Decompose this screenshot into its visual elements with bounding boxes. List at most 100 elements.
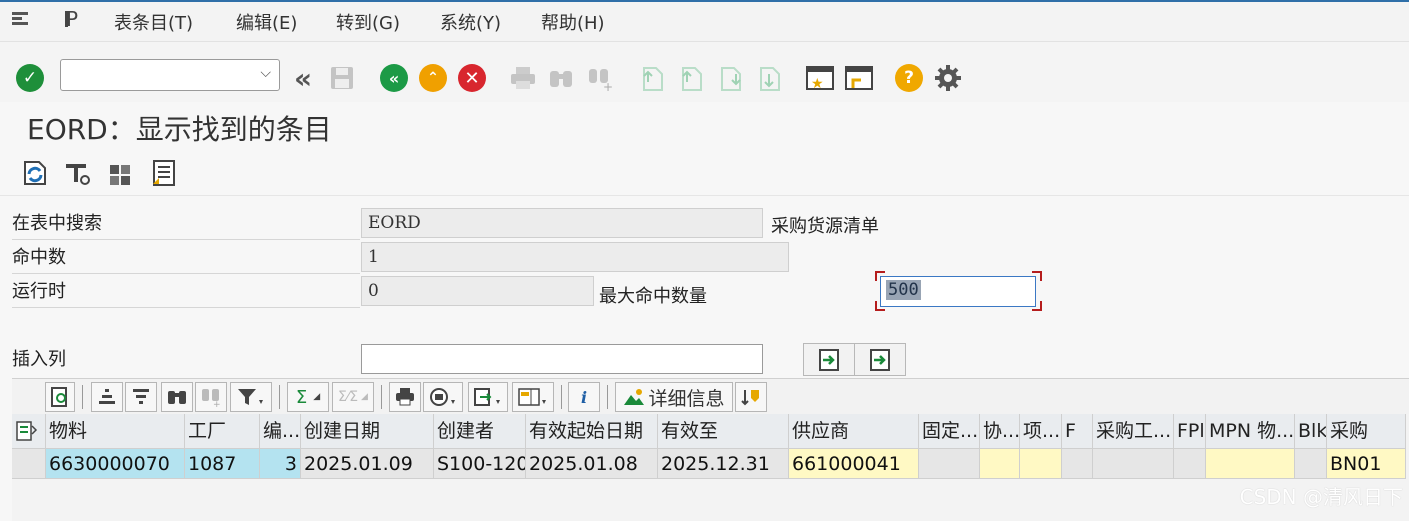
insert-column-button[interactable] — [803, 343, 855, 376]
row-selector[interactable] — [12, 449, 46, 479]
check-icon[interactable]: ✓ — [14, 62, 46, 94]
menu-item-edit[interactable]: 编辑(E) — [236, 9, 297, 35]
svg-text:+: + — [213, 400, 221, 407]
details-icon[interactable] — [45, 382, 75, 412]
table-cell[interactable]: 2025.01.08 — [526, 449, 658, 479]
insert-column-input[interactable] — [361, 344, 763, 374]
table-cell[interactable]: S100-120 — [434, 449, 526, 479]
table-cell[interactable]: BN01 — [1327, 449, 1406, 479]
exit-icon[interactable]: ⌃ — [417, 62, 449, 94]
alv-toolbar: + Σ ◢ Σ⁄Σ ◢ i 详细信息 — [12, 378, 1409, 414]
focus-corner-tr — [1032, 271, 1042, 281]
focus-corner-br — [1032, 301, 1042, 311]
toolbar-separator — [82, 385, 83, 409]
table-cell[interactable] — [980, 449, 1020, 479]
menu-item-help[interactable]: 帮助(H) — [541, 9, 605, 35]
table-cell[interactable] — [919, 449, 980, 479]
shortcut-icon[interactable] — [843, 62, 875, 94]
runtime-field: 0 — [361, 276, 594, 306]
info-icon[interactable]: i — [568, 382, 600, 412]
last-page-icon — [753, 62, 785, 94]
column-header[interactable]: 创建日期 — [301, 414, 434, 449]
puzzle-icon[interactable] — [106, 158, 136, 188]
sort-descending-icon[interactable] — [125, 382, 157, 412]
menu-item-goto[interactable]: 转到(G) — [336, 9, 400, 35]
column-header[interactable]: 物料 — [46, 414, 185, 449]
help-icon[interactable]: ? — [893, 62, 925, 94]
insert-column-after-button[interactable] — [854, 343, 906, 376]
find-next-icon: + — [584, 62, 616, 94]
detail-info-button[interactable]: 详细信息 — [615, 382, 733, 412]
column-header[interactable]: 有效起始日期 — [526, 414, 658, 449]
column-header[interactable]: 固定... — [919, 414, 980, 449]
back-icon[interactable]: « — [378, 62, 410, 94]
chevron-down-icon[interactable]: ⌵ — [260, 65, 271, 81]
menu-item-system[interactable]: 系统(Y) — [440, 9, 501, 35]
detail-info-label: 详细信息 — [648, 387, 725, 410]
sum-icon[interactable]: Σ ◢ — [287, 382, 329, 412]
application-toolbar — [0, 150, 1409, 196]
table-cell[interactable]: 661000041 — [789, 449, 919, 479]
table-cell[interactable]: 6630000070 — [46, 449, 185, 479]
export-icon[interactable] — [468, 382, 508, 412]
select-all-icon[interactable] — [12, 414, 46, 449]
column-header[interactable]: 采购 — [1327, 414, 1406, 449]
column-header[interactable]: FPl — [1174, 414, 1206, 449]
search-table-description: 采购货源清单 — [771, 216, 879, 237]
result-table: 物料 工厂 编... 创建日期 创建者 有效起始日期 有效至 供应商 固定...… — [12, 414, 1409, 521]
refresh-icon[interactable] — [20, 158, 50, 188]
table-cell[interactable] — [1020, 449, 1062, 479]
sort-shortcut-icon[interactable] — [735, 382, 767, 412]
filter-icon[interactable] — [230, 382, 272, 412]
column-header[interactable]: 创建者 — [434, 414, 526, 449]
print-icon[interactable] — [389, 382, 421, 412]
command-field[interactable]: ⌵ — [60, 59, 280, 91]
layout-icon[interactable] — [512, 382, 554, 412]
runtime-label: 运行时 — [12, 276, 360, 308]
max-hits-input[interactable]: 500 — [880, 276, 1036, 307]
find-icon[interactable] — [161, 382, 193, 412]
subtotal-icon: Σ⁄Σ ◢ — [332, 382, 374, 412]
column-header[interactable]: 供应商 — [789, 414, 919, 449]
column-header[interactable]: 协... — [980, 414, 1020, 449]
svg-text:+: + — [603, 80, 613, 91]
column-header[interactable]: 项... — [1020, 414, 1062, 449]
find-next-icon: + — [195, 382, 227, 412]
table-cell[interactable] — [1174, 449, 1206, 479]
table-cell[interactable] — [1295, 449, 1327, 479]
column-header[interactable]: 有效至 — [658, 414, 789, 449]
column-header[interactable]: 工厂 — [185, 414, 260, 449]
menu-item-table-entry[interactable]: 表条目(T) — [114, 9, 193, 35]
table-cell[interactable] — [1093, 449, 1174, 479]
new-session-icon[interactable]: ★ — [804, 62, 836, 94]
column-header[interactable]: MPN 物... — [1206, 414, 1295, 449]
table-cell[interactable]: 2025.01.09 — [301, 449, 434, 479]
cancel-icon[interactable]: ✕ — [456, 62, 488, 94]
table-cell[interactable] — [1206, 449, 1295, 479]
menu-toggle-icon[interactable] — [10, 8, 32, 30]
hits-field: 1 — [361, 242, 789, 272]
table-cell[interactable]: 3 — [260, 449, 301, 479]
find-icon — [545, 62, 577, 94]
column-header[interactable]: 编... — [260, 414, 301, 449]
document-icon[interactable] — [150, 158, 180, 188]
table-cell[interactable]: 1087 — [185, 449, 260, 479]
table-cell[interactable] — [1062, 449, 1093, 479]
layout-menu-icon[interactable]: P — [64, 7, 86, 31]
sort-ascending-icon[interactable] — [91, 382, 123, 412]
menu-bar: P 表条目(T) 编辑(E) 转到(G) 系统(Y) 帮助(H) — [0, 0, 1409, 42]
back-double-icon[interactable]: « — [287, 62, 319, 95]
first-page-icon — [636, 62, 668, 94]
selection-criteria-icon[interactable] — [63, 158, 93, 188]
views-icon[interactable] — [423, 382, 463, 412]
focus-corner-bl — [875, 301, 885, 311]
column-header[interactable]: F — [1062, 414, 1093, 449]
toolbar-separator — [561, 385, 562, 409]
table-cell[interactable]: 2025.12.31 — [658, 449, 789, 479]
column-header[interactable]: Blk — [1295, 414, 1327, 449]
toolbar-separator — [381, 385, 382, 409]
settings-icon[interactable] — [932, 62, 964, 94]
svg-text:★: ★ — [811, 76, 824, 92]
focus-corner-tl — [875, 271, 885, 281]
column-header[interactable]: 采购工... — [1093, 414, 1174, 449]
